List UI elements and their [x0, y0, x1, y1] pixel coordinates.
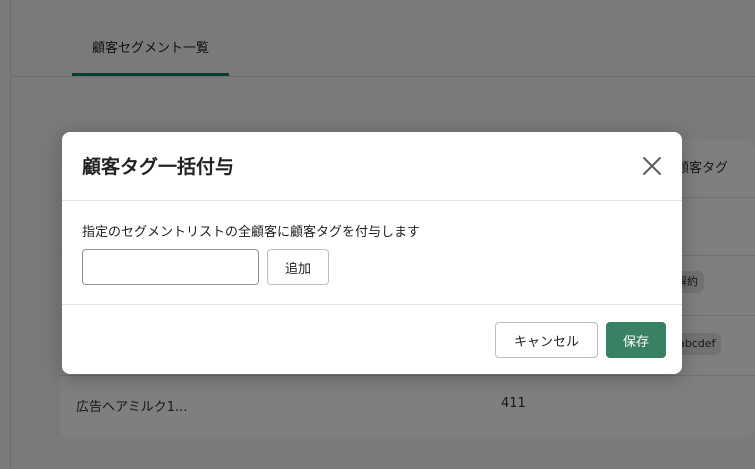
save-button[interactable]: 保存: [606, 322, 666, 358]
modal-footer: キャンセル 保存: [62, 305, 682, 374]
modal-description: 指定のセグメントリストの全顧客に顧客タグを付与します: [82, 225, 421, 240]
close-icon: [643, 157, 661, 175]
customer-tag-input[interactable]: [82, 249, 259, 285]
bulk-tag-modal: 顧客タグ一括付与 指定のセグメントリストの全顧客に顧客タグを付与します 追加 キ…: [62, 132, 682, 374]
cancel-button[interactable]: キャンセル: [495, 322, 598, 358]
add-tag-button[interactable]: 追加: [267, 249, 329, 285]
modal-title: 顧客タグ一括付与: [82, 156, 235, 178]
close-button[interactable]: [636, 150, 668, 182]
modal-body: 指定のセグメントリストの全顧客に顧客タグを付与します 追加: [62, 201, 682, 305]
modal-header: 顧客タグ一括付与: [62, 132, 682, 201]
